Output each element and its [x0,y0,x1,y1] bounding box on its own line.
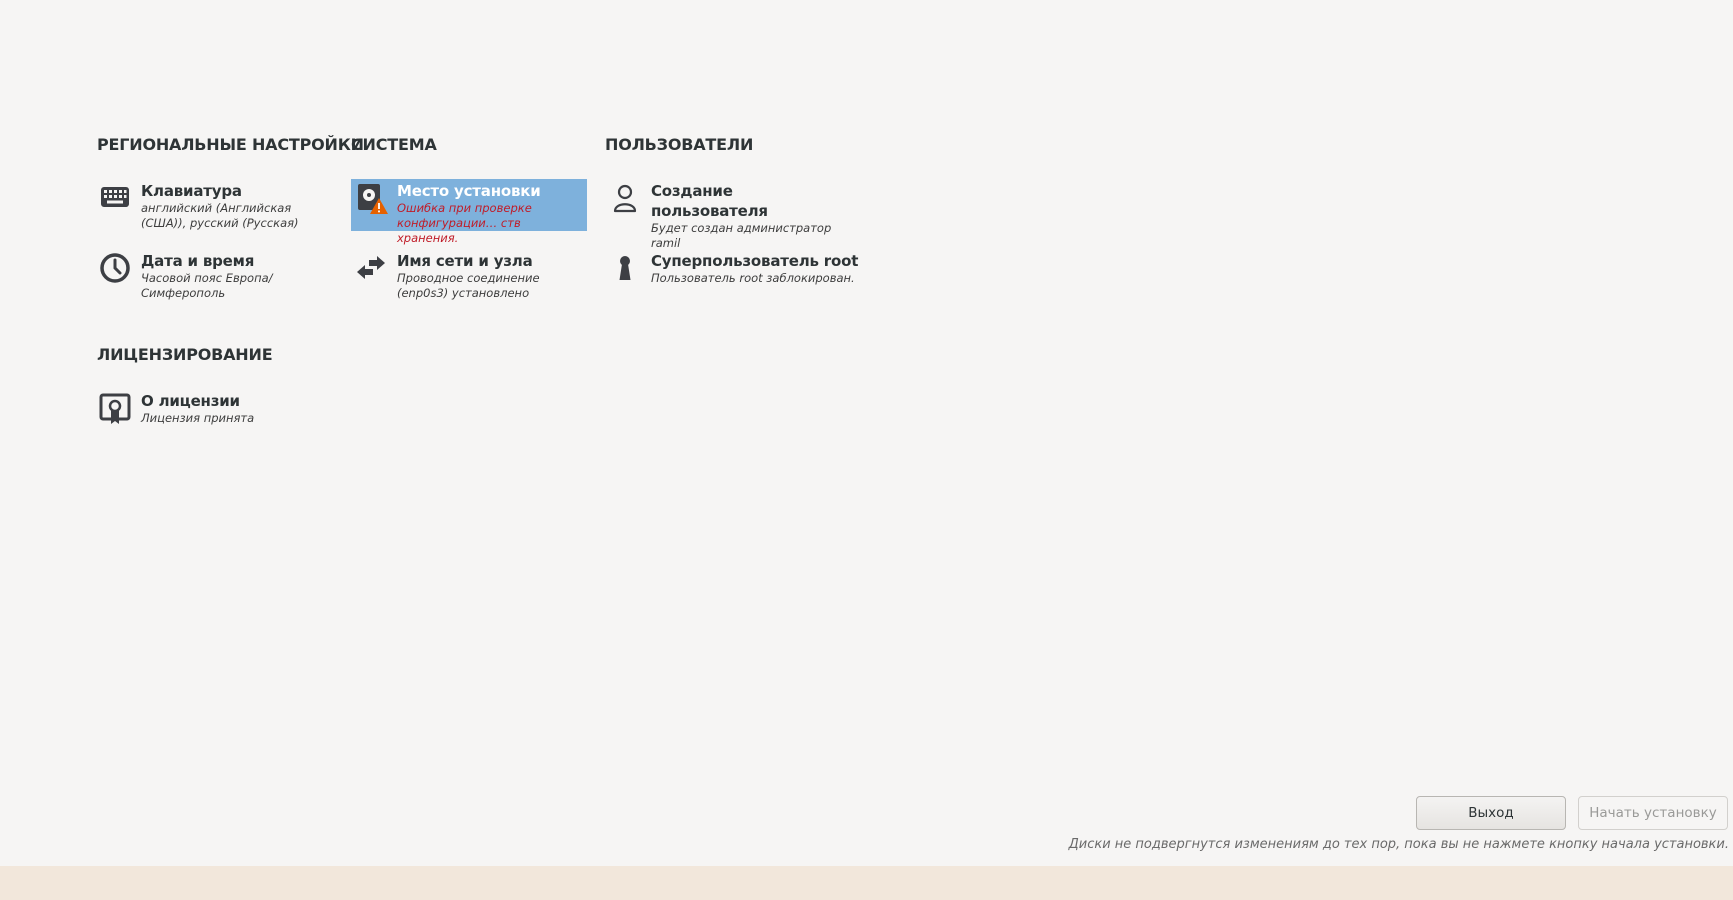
spoke-root-password-title: Суперпользователь root [651,252,859,270]
spoke-network-hostname-title: Имя сети и узла [397,252,533,270]
spoke-root-password[interactable]: Суперпользователь root Пользователь root… [605,249,865,289]
spoke-user-creation-title: Создание пользователя [651,182,768,220]
spoke-keyboard[interactable]: Клавиатура английский (Английская (США))… [95,179,335,233]
spoke-datetime-status: Часовой пояс Европа/ Симферополь [141,271,273,300]
quit-button[interactable]: Выход [1416,796,1566,830]
network-arrows-icon [353,251,389,287]
spoke-installation-destination-title: Место установки [397,182,541,200]
user-icon [607,181,643,217]
spoke-keyboard-title: Клавиатура [141,182,242,200]
bottom-bar [0,866,1733,900]
spoke-installation-destination[interactable]: Место установки Ошибка при проверке конф… [351,179,587,245]
clock-icon [97,251,133,287]
spoke-keyboard-status: английский (Английская (США)), русский (… [141,201,299,230]
section-title-licensing: ЛИЦЕНЗИРОВАНИЕ [97,345,273,364]
spoke-user-creation[interactable]: Создание пользователя Будет создан админ… [605,179,845,253]
section-title-users: ПОЛЬЗОВАТЕЛИ [605,135,754,154]
license-certificate-icon [97,391,133,427]
spoke-root-password-status: Пользователь root заблокирован. [651,271,855,285]
spoke-user-creation-status: Будет создан администратор ramil [651,221,832,250]
spoke-license-title: О лицензии [141,392,240,410]
spoke-license-status: Лицензия принята [141,411,255,425]
footer-note: Диски не подвергнутся изменениям до тех … [1068,837,1729,852]
disk-warning-icon [353,181,389,217]
section-title-system: СИСТЕМА [351,135,437,154]
spoke-installation-destination-status: Ошибка при проверке конфигурации… ств хр… [397,201,532,245]
spoke-network-hostname[interactable]: Имя сети и узла Проводное соединение (en… [351,249,591,303]
keyboard-icon [97,181,133,217]
keyhole-icon [607,251,643,287]
spoke-network-hostname-status: Проводное соединение (enp0s3) установлен… [397,271,540,300]
section-title-regional: РЕГИОНАЛЬНЫЕ НАСТРОЙКИ [97,135,364,154]
spoke-datetime-title: Дата и время [141,252,255,270]
spoke-license[interactable]: О лицензии Лицензия принята [95,389,335,429]
spoke-datetime[interactable]: Дата и время Часовой пояс Европа/ Симфер… [95,249,335,303]
begin-installation-button[interactable]: Начать установку [1578,796,1728,830]
